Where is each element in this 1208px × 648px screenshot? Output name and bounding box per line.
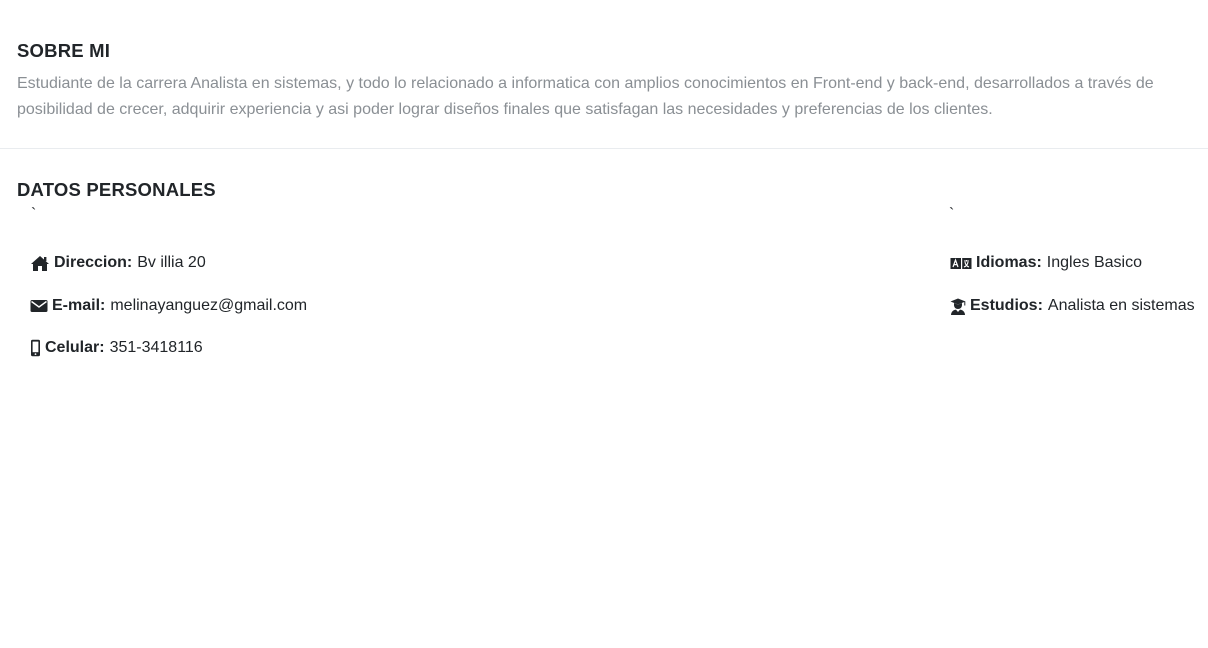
home-icon (30, 255, 50, 272)
stray-backtick-left: ` (31, 206, 37, 223)
phone-value: 351-3418116 (109, 339, 203, 356)
about-description: Estudiante de la carrera Analista en sis… (17, 71, 1208, 123)
email-value[interactable]: melinayanguez@gmail.com (110, 296, 307, 316)
address-row: Direccion: Bv illia 20 (30, 253, 206, 273)
studies-label: Estudios: (970, 297, 1043, 314)
email-row: E-mail: melinayanguez@gmail.com (30, 296, 307, 316)
page: SOBRE MI Estudiante de la carrera Analis… (0, 0, 1208, 648)
about-section: SOBRE MI Estudiante de la carrera Analis… (0, 0, 1208, 149)
languages-value: Ingles Basico (1046, 254, 1142, 271)
phone-row: Celular: 351-3418116 (30, 338, 203, 358)
email-label: E-mail: (52, 297, 106, 314)
personal-data-title: DATOS PERSONALES (17, 179, 216, 200)
stray-backtick-right: ` (949, 206, 955, 223)
studies-value: Analista en sistemas (1047, 297, 1195, 314)
about-description-line-1: Estudiante de la carrera Analista en sis… (17, 75, 1154, 92)
envelope-icon (30, 299, 48, 313)
graduate-icon (950, 298, 966, 315)
mobile-phone-icon (30, 339, 41, 357)
about-title: SOBRE MI (17, 40, 111, 61)
about-description-line-2: posibilidad de crecer, adquirir experien… (17, 101, 993, 118)
languages-label: Idiomas: (976, 254, 1042, 271)
address-label: Direccion: (54, 254, 133, 271)
address-value: Bv illia 20 (137, 254, 206, 271)
languages-row: Idiomas: Ingles Basico (950, 253, 1142, 273)
studies-row: Estudios: Analista en sistemas (950, 296, 1195, 316)
phone-label: Celular: (45, 339, 105, 356)
language-icon (950, 257, 972, 270)
